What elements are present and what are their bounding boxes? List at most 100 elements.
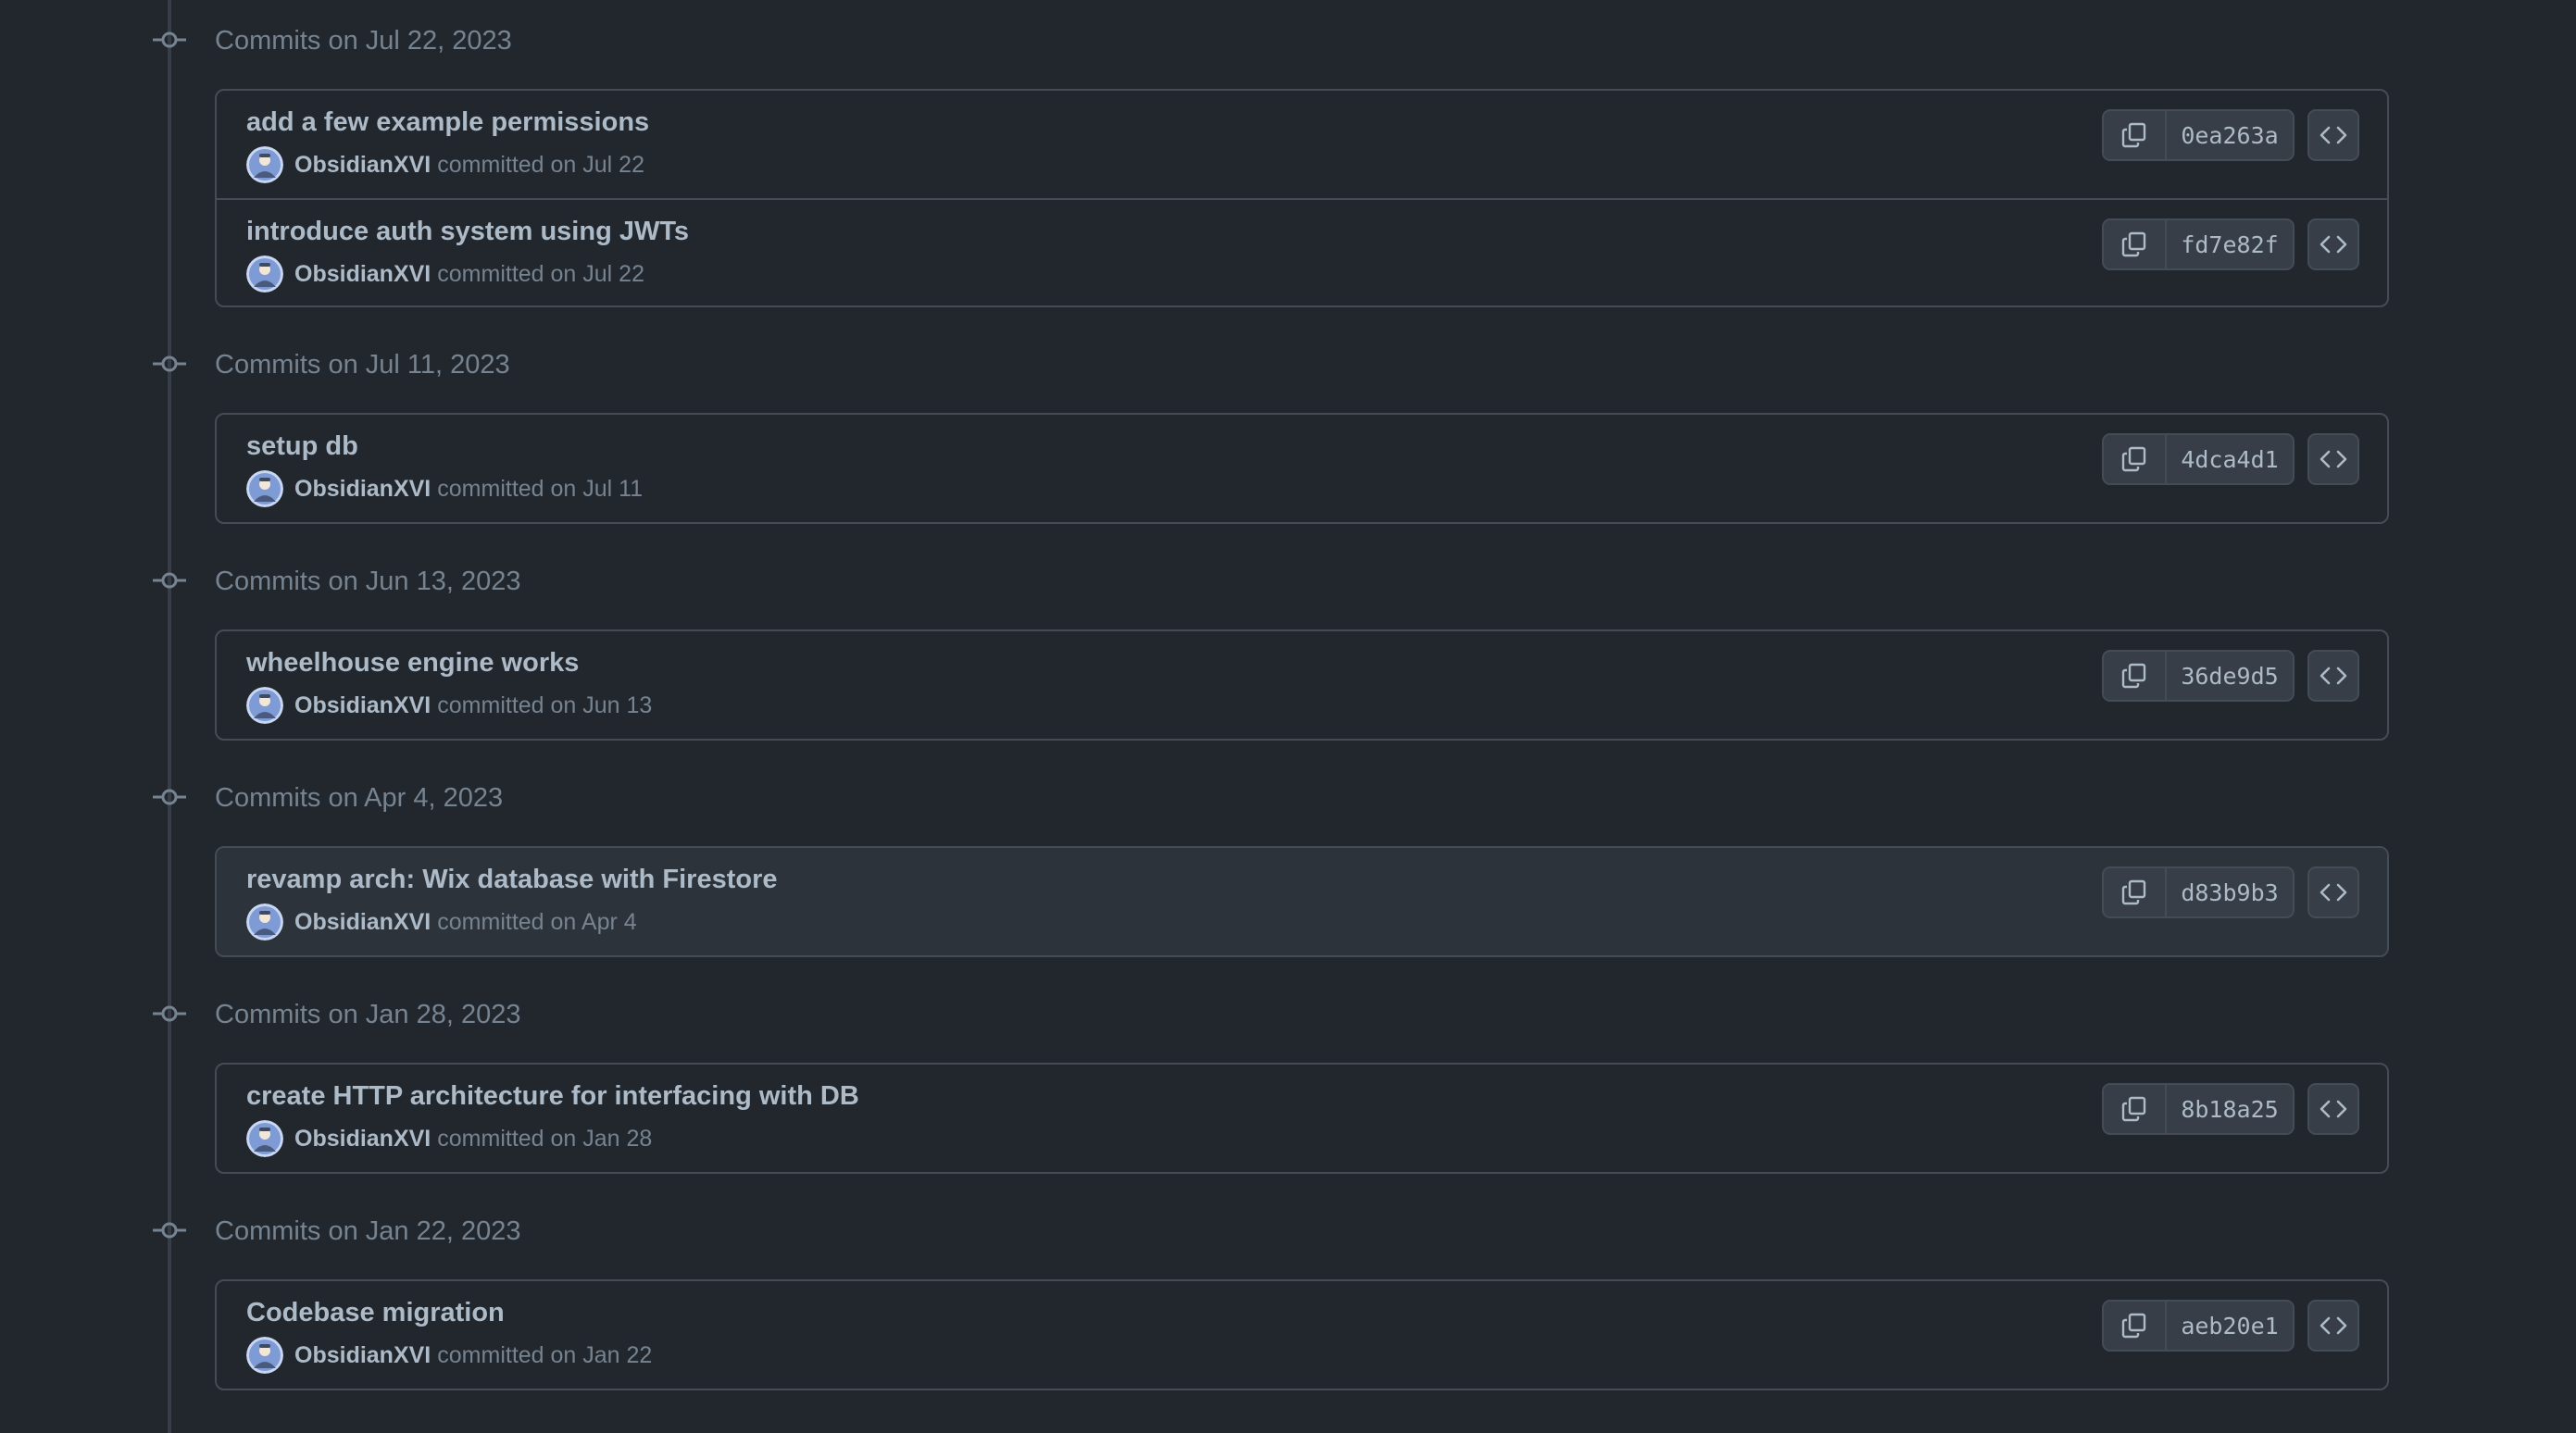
commit-group-header: Commits on Jun 13, 2023	[0, 561, 2576, 607]
commit-meta: ObsidianXVI committed on Apr 4	[246, 903, 637, 941]
code-icon	[2320, 667, 2347, 685]
commit-message-link[interactable]: create HTTP architecture for interfacing…	[246, 1081, 859, 1112]
code-icon	[2320, 1316, 2347, 1335]
commit-group-header: Commits on Jul 22, 2023	[0, 20, 2576, 67]
user-avatar[interactable]	[246, 903, 283, 941]
git-commit-icon	[153, 355, 186, 372]
commit-sha-link[interactable]: d83b9b3	[2167, 868, 2293, 916]
git-commit-icon	[153, 1222, 186, 1239]
commit-author-link[interactable]: ObsidianXVI	[294, 152, 431, 179]
commit-row: create HTTP architecture for interfacing…	[217, 1065, 2387, 1172]
commit-row: introduce auth system using JWTs Obsidia…	[217, 198, 2387, 305]
copy-sha-button[interactable]	[2104, 111, 2167, 159]
commit-actions: aeb20e1	[2102, 1300, 2359, 1352]
browse-repo-button[interactable]	[2307, 650, 2359, 702]
commit-group-header: Commits on Apr 4, 2023	[0, 778, 2576, 824]
sha-button-group: 4dca4d1	[2102, 433, 2295, 485]
commit-date: committed on Apr 4	[437, 908, 637, 935]
commit-message-link[interactable]: revamp arch: Wix database with Firestore	[246, 865, 778, 895]
commit-author-link[interactable]: ObsidianXVI	[294, 909, 431, 936]
sha-button-group: 0ea263a	[2102, 109, 2295, 161]
copy-sha-button[interactable]	[2104, 1302, 2167, 1350]
code-icon	[2320, 1100, 2347, 1118]
commit-sha-link[interactable]: 8b18a25	[2167, 1085, 2293, 1133]
commit-date: committed on Jun 13	[437, 692, 653, 718]
commit-group-title: Commits on Jan 22, 2023	[215, 1216, 521, 1246]
browse-repo-button[interactable]	[2307, 1300, 2359, 1352]
code-icon	[2320, 235, 2347, 254]
commit-group-title: Commits on Jan 28, 2023	[215, 1000, 521, 1029]
commit-message-link[interactable]: wheelhouse engine works	[246, 648, 579, 679]
commit-date: committed on Jul 22	[437, 260, 644, 287]
browse-repo-button[interactable]	[2307, 218, 2359, 270]
commit-message-link[interactable]: setup db	[246, 431, 358, 462]
commit-group-title: Commits on Jul 11, 2023	[215, 350, 510, 380]
commit-sha-link[interactable]: 0ea263a	[2167, 111, 2293, 159]
commit-list: setup db ObsidianXVI committed on Jul 11	[215, 413, 2389, 524]
copy-icon	[2121, 122, 2146, 148]
commit-actions: 36de9d5	[2102, 650, 2359, 702]
user-avatar[interactable]	[246, 470, 283, 507]
commit-date: committed on Jan 28	[437, 1125, 653, 1152]
commit-actions: 4dca4d1	[2102, 433, 2359, 485]
commit-author-link[interactable]: ObsidianXVI	[294, 476, 431, 503]
commit-actions: d83b9b3	[2102, 866, 2359, 918]
sha-button-group: aeb20e1	[2102, 1300, 2295, 1352]
commit-author-link[interactable]: ObsidianXVI	[294, 1126, 431, 1153]
commit-list: Codebase migration ObsidianXVI committed…	[215, 1279, 2389, 1390]
copy-icon	[2121, 231, 2146, 257]
browse-repo-button[interactable]	[2307, 1083, 2359, 1135]
commit-author-link[interactable]: ObsidianXVI	[294, 1342, 431, 1369]
commit-sha-link[interactable]: 36de9d5	[2167, 652, 2293, 700]
commit-date: committed on Jul 11	[437, 475, 644, 502]
commit-group-title: Commits on Apr 4, 2023	[215, 783, 504, 813]
commit-group-header: Commits on Jan 28, 2023	[0, 994, 2576, 1040]
user-avatar[interactable]	[246, 1120, 283, 1157]
copy-icon	[2121, 879, 2146, 905]
commit-meta: ObsidianXVI committed on Jul 22	[246, 255, 644, 293]
commit-message-link[interactable]: introduce auth system using JWTs	[246, 217, 689, 247]
commit-meta: ObsidianXVI committed on Jul 11	[246, 470, 643, 507]
copy-sha-button[interactable]	[2104, 1085, 2167, 1133]
copy-icon	[2121, 1313, 2146, 1339]
commit-message-link[interactable]: Codebase migration	[246, 1298, 505, 1328]
commit-author-link[interactable]: ObsidianXVI	[294, 692, 431, 719]
commit-message-link[interactable]: add a few example permissions	[246, 107, 649, 138]
commit-row: add a few example permissions ObsidianXV…	[217, 91, 2387, 198]
commit-group-title: Commits on Jun 13, 2023	[215, 567, 521, 596]
browse-repo-button[interactable]	[2307, 109, 2359, 161]
user-avatar[interactable]	[246, 1337, 283, 1374]
copy-sha-button[interactable]	[2104, 652, 2167, 700]
copy-sha-button[interactable]	[2104, 868, 2167, 916]
commit-row: setup db ObsidianXVI committed on Jul 11	[217, 415, 2387, 522]
commit-date: committed on Jan 22	[437, 1341, 653, 1368]
sha-button-group: d83b9b3	[2102, 866, 2295, 918]
commit-row: Codebase migration ObsidianXVI committed…	[217, 1281, 2387, 1389]
commit-meta: ObsidianXVI committed on Jan 22	[246, 1337, 652, 1374]
browse-repo-button[interactable]	[2307, 433, 2359, 485]
copy-sha-button[interactable]	[2104, 435, 2167, 483]
commit-list: add a few example permissions ObsidianXV…	[215, 89, 2389, 307]
commit-sha-link[interactable]: 4dca4d1	[2167, 435, 2293, 483]
commit-actions: 8b18a25	[2102, 1083, 2359, 1135]
commit-group-title: Commits on Jul 22, 2023	[215, 26, 512, 56]
commit-sha-link[interactable]: aeb20e1	[2167, 1302, 2293, 1350]
commit-sha-link[interactable]: fd7e82f	[2167, 220, 2293, 268]
user-avatar[interactable]	[246, 687, 283, 724]
user-avatar[interactable]	[246, 255, 283, 293]
code-icon	[2320, 883, 2347, 902]
commit-author-link[interactable]: ObsidianXVI	[294, 261, 431, 288]
commit-meta: ObsidianXVI committed on Jun 13	[246, 687, 652, 724]
copy-icon	[2121, 446, 2146, 472]
commit-list: wheelhouse engine works ObsidianXVI comm…	[215, 629, 2389, 741]
copy-icon	[2121, 1096, 2146, 1122]
code-icon	[2320, 126, 2347, 144]
sha-button-group: 36de9d5	[2102, 650, 2295, 702]
copy-sha-button[interactable]	[2104, 220, 2167, 268]
commit-meta: ObsidianXVI committed on Jan 28	[246, 1120, 652, 1157]
commit-row: wheelhouse engine works ObsidianXVI comm…	[217, 631, 2387, 739]
browse-repo-button[interactable]	[2307, 866, 2359, 918]
git-commit-icon	[153, 1005, 186, 1022]
user-avatar[interactable]	[246, 146, 283, 183]
commit-date: committed on Jul 22	[437, 151, 644, 178]
